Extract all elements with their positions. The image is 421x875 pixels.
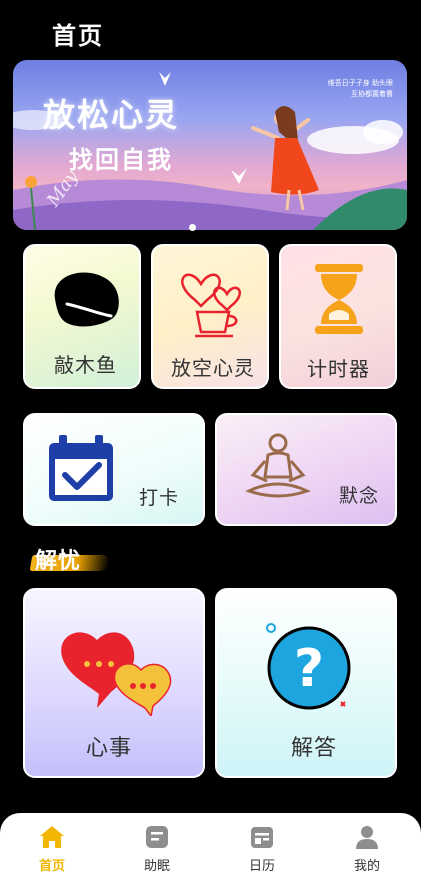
carousel-dot-active: [189, 224, 196, 231]
tile-label-timer: 计时器: [307, 357, 370, 381]
tile-label-check-in: 打卡: [139, 487, 180, 509]
tile-wooden-fish[interactable]: 敲木鱼: [23, 244, 141, 389]
tile-label-recite: 默念: [339, 485, 380, 507]
wooden-fish-icon: [54, 272, 119, 327]
calendar-check-icon: [49, 435, 113, 501]
nav-item-calendar[interactable]: 日历: [222, 813, 302, 875]
banner-small-text: 维吾日子子身 助头眼互协都置着曹: [327, 79, 393, 98]
tile-clear-mind[interactable]: 放空心灵: [151, 244, 269, 389]
svg-text:?: ?: [294, 639, 324, 699]
nav-label-mine: 我的: [353, 859, 380, 874]
card-label-worries: 心事: [86, 736, 133, 761]
tile-check-in[interactable]: 打卡: [23, 413, 205, 526]
hourglass-icon: [315, 264, 363, 334]
chat-hearts-icon: [61, 632, 172, 716]
banner-carousel[interactable]: 放松心灵 找回自我 维吾日子子身 助头眼互协都置着曹 May: [13, 60, 407, 230]
sleep-aid-icon: [146, 826, 168, 848]
bottom-nav: 首页 助眠 日历 我的: [0, 813, 421, 875]
section-header-relief: 解忧: [25, 541, 115, 575]
section-title: 解忧: [35, 549, 82, 574]
nav-label-home: 首页: [38, 859, 65, 874]
nav-item-home[interactable]: 首页: [12, 813, 92, 875]
banner-title-line2: 找回自我: [69, 146, 173, 174]
calendar-icon: [251, 827, 273, 848]
nav-item-sleep-aid[interactable]: 助眠: [117, 813, 197, 875]
question-icon: ?: [266, 623, 351, 710]
content-bottom: [0, 778, 421, 813]
carousel-indicator: [0, 224, 421, 232]
card-answers[interactable]: ? 解答: [215, 588, 397, 778]
meditation-icon: [245, 433, 311, 498]
user-icon: [356, 826, 378, 849]
home-icon: [40, 826, 64, 848]
nav-item-mine[interactable]: 我的: [327, 813, 407, 875]
banner-title-line1: 放松心灵: [43, 96, 180, 134]
nav-label-sleep-aid: 助眠: [143, 859, 170, 874]
hearts-cup-icon: [181, 273, 241, 338]
card-worries[interactable]: 心事: [23, 588, 205, 778]
card-label-answers: 解答: [291, 736, 338, 761]
tile-label-clear-mind: 放空心灵: [171, 356, 255, 380]
tile-timer[interactable]: 计时器: [279, 244, 397, 389]
tile-label-wooden-fish: 敲木鱼: [54, 353, 117, 377]
nav-label-calendar: 日历: [248, 859, 275, 874]
page-title: 首页: [52, 22, 104, 50]
tile-recite[interactable]: 默念: [215, 413, 397, 526]
